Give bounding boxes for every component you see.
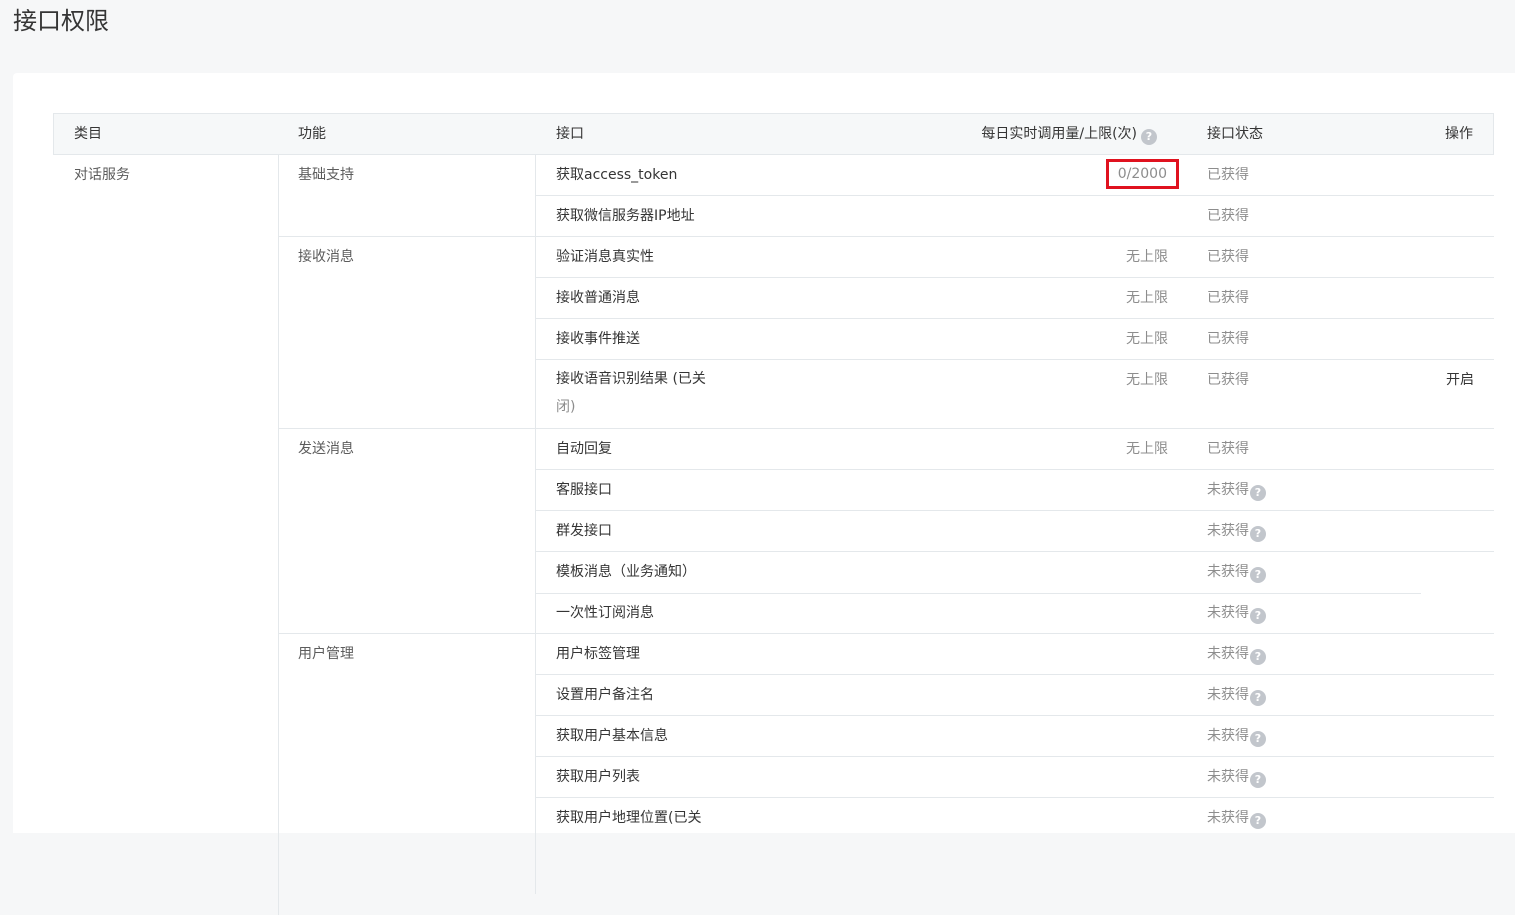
- status-cell: 未获得?: [1207, 767, 1266, 788]
- status-label: 已获得: [1207, 372, 1249, 388]
- table-row: 群发接口 未获得?: [536, 511, 1494, 552]
- api-name: 接收事件推送: [556, 331, 640, 347]
- page-title: 接口权限: [13, 7, 109, 35]
- status-cell: 未获得?: [1207, 726, 1266, 747]
- function-label: 发送消息: [298, 441, 354, 457]
- api-name: 获取微信服务器IP地址: [556, 208, 695, 224]
- status-label: 未获得: [1207, 564, 1249, 580]
- function-label: 接收消息: [298, 249, 354, 265]
- table-row: 客服接口 未获得?: [536, 470, 1494, 511]
- status-label: 未获得: [1207, 523, 1249, 539]
- status-cell: 未获得?: [1207, 808, 1266, 829]
- table-row: 自动回复 无上限 已获得: [536, 429, 1494, 470]
- question-circle-icon[interactable]: ?: [1250, 567, 1266, 583]
- table-row: 模板消息（业务通知） 未获得?: [536, 552, 1494, 594]
- table-row: 一次性订阅消息 未获得?: [536, 593, 1494, 634]
- status-label: 未获得: [1207, 687, 1249, 703]
- api-name: 自动回复: [556, 441, 612, 457]
- function-label: 用户管理: [298, 646, 354, 662]
- table-header: 类目 功能 接口 每日实时调用量/上限(次)? 接口状态 操作: [54, 114, 1493, 155]
- permissions-card: 类目 功能 接口 每日实时调用量/上限(次)? 接口状态 操作 对话服务 基础支…: [13, 73, 1515, 915]
- table-row: 获取access_token 0/2000 已获得: [536, 155, 1494, 196]
- category-label: 对话服务: [74, 167, 130, 183]
- api-name: 一次性订阅消息: [556, 605, 654, 621]
- question-circle-icon[interactable]: ?: [1250, 526, 1266, 542]
- function-group: 发送消息: [279, 429, 536, 634]
- table-row: 设置用户备注名 未获得?: [536, 675, 1494, 716]
- function-group: 用户管理: [279, 634, 536, 894]
- api-name: 设置用户备注名: [556, 687, 654, 703]
- api-name: 客服接口: [556, 482, 612, 498]
- quota-value: 无上限: [1126, 372, 1168, 388]
- status-cell: 未获得?: [1207, 480, 1266, 501]
- table-row: 接收普通消息 无上限 已获得: [536, 278, 1494, 319]
- api-permissions-table: 类目 功能 接口 每日实时调用量/上限(次)? 接口状态 操作 对话服务 基础支…: [53, 113, 1494, 915]
- question-circle-icon[interactable]: ?: [1250, 649, 1266, 665]
- header-quota-label: 每日实时调用量/上限(次): [981, 126, 1137, 142]
- enable-link[interactable]: 开启: [1446, 370, 1474, 390]
- question-circle-icon[interactable]: ?: [1141, 129, 1157, 145]
- status-label: 已获得: [1207, 441, 1249, 457]
- header-category: 类目: [74, 126, 102, 142]
- api-name: 用户标签管理: [556, 646, 640, 662]
- category-cell: 对话服务: [54, 155, 279, 915]
- table-row: 验证消息真实性 无上限 已获得: [536, 237, 1494, 278]
- quota-value-highlighted: 0/2000: [1105, 159, 1179, 189]
- status-label: 未获得: [1207, 810, 1249, 826]
- quota-value: 无上限: [1126, 331, 1168, 347]
- status-cell: 未获得?: [1207, 562, 1266, 583]
- function-label: 基础支持: [298, 167, 354, 183]
- header-status: 接口状态: [1207, 126, 1263, 142]
- quota-value: 无上限: [1126, 290, 1168, 306]
- api-name: 群发接口: [556, 523, 612, 539]
- api-name: 接收普通消息: [556, 290, 640, 306]
- table-row: 接收事件推送 无上限 已获得: [536, 319, 1494, 360]
- quota-value: 无上限: [1126, 441, 1168, 457]
- api-name: 获取用户地理位置(已关: [556, 810, 702, 826]
- function-column: 基础支持 接收消息 发送消息 用户管理: [279, 155, 536, 894]
- status-label: 已获得: [1207, 331, 1249, 347]
- question-circle-icon[interactable]: ?: [1250, 772, 1266, 788]
- status-label: 已获得: [1207, 249, 1249, 265]
- status-label: 未获得: [1207, 646, 1249, 662]
- quota-value: 无上限: [1126, 249, 1168, 265]
- status-cell: 未获得?: [1207, 685, 1266, 706]
- status-label: 未获得: [1207, 482, 1249, 498]
- status-cell: 未获得?: [1207, 603, 1266, 624]
- function-group: 基础支持: [279, 155, 536, 237]
- api-name-line1: 接收语音识别结果 (已关: [556, 371, 706, 387]
- header-quota: 每日实时调用量/上限(次)?: [981, 114, 1157, 154]
- api-name-line2: 闭): [556, 399, 576, 415]
- header-function: 功能: [298, 126, 326, 142]
- api-name: 模板消息（业务通知）: [556, 564, 696, 580]
- question-circle-icon[interactable]: ?: [1250, 690, 1266, 706]
- api-name: 验证消息真实性: [556, 249, 654, 265]
- api-rows: 获取access_token 0/2000 已获得 获取微信服务器IP地址 已获…: [536, 155, 1494, 839]
- table-row: 接收语音识别结果 (已关 闭) 无上限 已获得 开启: [536, 360, 1494, 429]
- api-name: 接收语音识别结果 (已关 闭): [556, 365, 716, 421]
- function-group: 接收消息: [279, 237, 536, 429]
- api-name: 获取用户基本信息: [556, 728, 668, 744]
- status-cell: 未获得?: [1207, 521, 1266, 542]
- api-name: 获取access_token: [556, 167, 678, 183]
- status-label: 已获得: [1207, 290, 1249, 306]
- status-label: 已获得: [1207, 167, 1249, 183]
- status-label: 未获得: [1207, 605, 1249, 621]
- status-label: 已获得: [1207, 208, 1249, 224]
- status-label: 未获得: [1207, 728, 1249, 744]
- table-row: 获取用户基本信息 未获得?: [536, 716, 1494, 757]
- question-circle-icon[interactable]: ?: [1250, 485, 1266, 501]
- question-circle-icon[interactable]: ?: [1250, 731, 1266, 747]
- question-circle-icon[interactable]: ?: [1250, 813, 1266, 829]
- table-row: 用户标签管理 未获得?: [536, 634, 1494, 675]
- table-row: 获取用户地理位置(已关 未获得?: [536, 798, 1494, 839]
- table-row: 获取微信服务器IP地址 已获得: [536, 196, 1494, 237]
- table-row: 获取用户列表 未获得?: [536, 757, 1494, 798]
- header-operation: 操作: [1445, 126, 1473, 142]
- status-label: 未获得: [1207, 769, 1249, 785]
- api-name: 获取用户列表: [556, 769, 640, 785]
- question-circle-icon[interactable]: ?: [1250, 608, 1266, 624]
- status-cell: 未获得?: [1207, 644, 1266, 665]
- header-api: 接口: [556, 126, 584, 142]
